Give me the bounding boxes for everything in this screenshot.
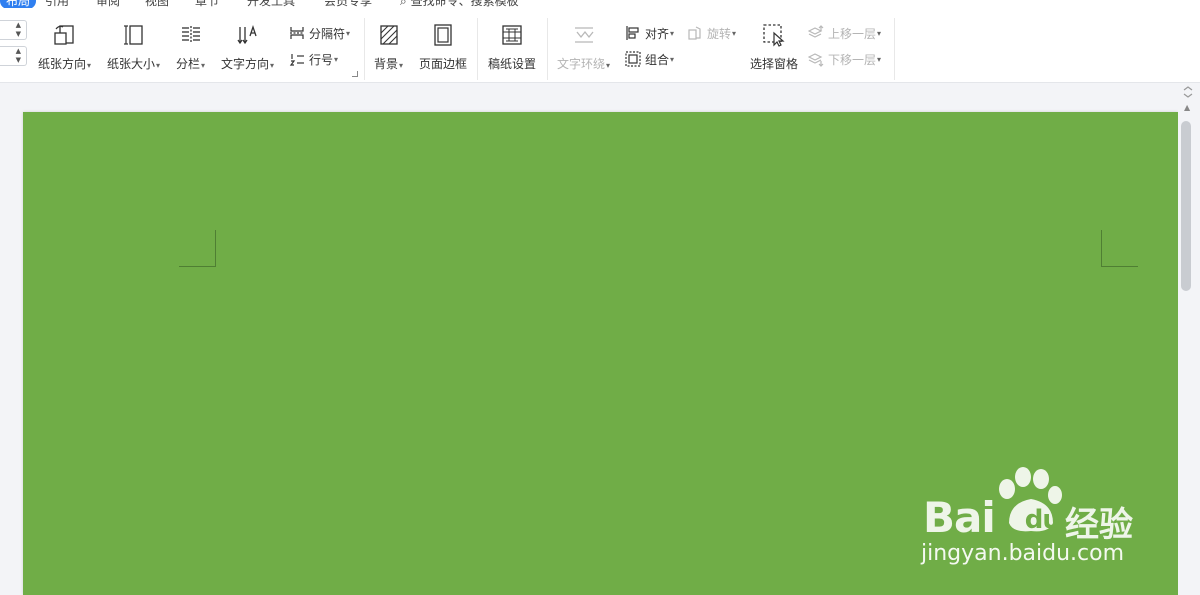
split-view-icon[interactable] [1182,86,1194,98]
ribbon-divider [364,18,365,80]
page-break-icon [290,27,304,39]
align-icon [626,26,639,40]
text-wrap-button[interactable]: 文字环绕▾ [557,8,610,73]
margin-top-spinner[interactable]: ▲ ▼ [0,20,27,40]
background-button[interactable]: 背景▾ [374,8,403,73]
page-border-button[interactable]: 页面边框 [419,8,467,71]
spin-down-icon[interactable]: ▼ [16,57,21,64]
dropdown-caret-icon: ▾ [270,61,275,70]
paper-size-label: 纸张大小 [107,57,156,71]
tab-section[interactable]: 章节 [195,0,219,8]
group-icon [625,51,641,67]
tab-developer[interactable]: 开发工具 [247,0,295,8]
watermark-brand: Bai du [923,493,1061,542]
bring-forward-label: 上移一层 [828,26,877,41]
text-direction-label: 文字方向 [221,57,270,71]
search-command-label: 查找命令、搜索模板 [410,0,519,8]
dropdown-caret-icon: ▾ [156,61,161,70]
send-backward-icon [808,53,824,67]
columns-button[interactable]: 分栏▾ [176,8,205,73]
spin-up-icon[interactable]: ▲ [16,22,21,29]
watermark-url: jingyan.baidu.com [921,541,1125,566]
paper-orientation-label: 纸张方向 [38,57,87,71]
columns-label: 分栏 [176,57,201,71]
tab-view[interactable]: 视图 [145,0,169,8]
manuscript-setup-label: 稿纸设置 [488,57,537,71]
dropdown-caret-icon: ▾ [201,61,206,70]
ribbon-divider [894,18,895,80]
scroll-up-icon[interactable]: ▲ [1184,103,1190,112]
align-button[interactable]: 对齐 ▾ [625,24,674,42]
dropdown-caret-icon: ▾ [877,28,882,38]
send-backward-button[interactable]: 下移一层 ▾ [808,50,881,68]
selection-pane-button[interactable]: 选择窗格 [750,8,798,71]
rotate-icon [688,26,701,40]
manuscript-setup-button[interactable]: 稿纸设置 [488,8,536,71]
selection-pane-icon [763,24,785,47]
text-wrap-icon [574,27,594,43]
ribbon-divider [477,18,478,80]
page-setup-launcher-icon[interactable] [352,71,358,77]
selection-pane-label: 选择窗格 [750,57,799,71]
dropdown-caret-icon: ▾ [334,54,339,64]
menu-bar: 布局 引用 审阅 视图 章节 开发工具 会员专享 ⌕ 查找命令、搜索模板 [0,0,1200,8]
paper-size-button[interactable]: 纸张大小▾ [107,8,160,73]
bring-forward-icon [808,25,824,38]
bring-forward-button[interactable]: 上移一层 ▾ [808,24,881,42]
background-icon [379,25,398,45]
margin-corner-top-left [179,230,216,267]
dropdown-caret-icon: ▾ [670,54,675,64]
search-icon: ⌕ [400,0,407,8]
group-label: 组合 [645,52,670,67]
dropdown-caret-icon: ▾ [606,61,611,70]
text-direction-button[interactable]: 文字方向▾ [221,8,274,73]
manuscript-grid-icon [502,25,522,45]
watermark-brand-du: du [1024,505,1061,535]
page-orientation-icon [53,25,74,45]
rotate-button[interactable]: 旋转 ▾ [687,24,736,42]
rotate-label: 旋转 [707,26,732,41]
ribbon-toolbar: ▲ ▼ ▲ ▼ 纸张方向▾ 纸张大小▾ 分栏▾ 文字方向▾ 分隔符 ▾ 行号 ▾… [0,8,1200,83]
paper-orientation-button[interactable]: 纸张方向▾ [38,8,91,73]
ribbon-divider [547,18,548,80]
line-numbers-icon [289,54,304,66]
page-border-icon [434,24,452,46]
spin-down-icon[interactable]: ▼ [16,31,21,38]
margin-bottom-spinner[interactable]: ▲ ▼ [0,46,27,66]
dropdown-caret-icon: ▾ [87,61,92,70]
line-numbers-button[interactable]: 行号 ▾ [289,50,338,68]
text-wrap-label: 文字环绕 [557,57,606,71]
breaks-button[interactable]: 分隔符 ▾ [289,24,350,42]
dropdown-caret-icon: ▾ [732,28,737,38]
watermark-brand-bai: Bai [923,493,996,542]
watermark-jingyan: 经验 [1065,505,1133,545]
baidu-jingyan-watermark: Bai du 经验 jingyan.baidu.com [915,463,1155,573]
background-label: 背景 [374,57,399,71]
tab-references[interactable]: 引用 [45,0,69,8]
tab-layout[interactable]: 布局 [0,0,37,8]
dropdown-caret-icon: ▾ [346,28,351,38]
dropdown-caret-icon: ▾ [399,61,404,70]
breaks-label: 分隔符 [309,26,346,41]
group-button[interactable]: 组合 ▾ [625,50,674,68]
text-direction-icon [236,24,257,45]
columns-icon [181,26,200,43]
align-label: 对齐 [645,26,670,41]
send-backward-label: 下移一层 [828,52,877,67]
vertical-scrollbar[interactable]: ▲ [1178,83,1200,595]
page-border-label: 页面边框 [419,57,468,71]
tab-member[interactable]: 会员专享 [324,0,372,8]
dropdown-caret-icon: ▾ [877,54,882,64]
line-numbers-label: 行号 [309,52,334,67]
tab-review[interactable]: 审阅 [96,0,120,8]
page-size-icon [123,25,143,45]
spin-up-icon[interactable]: ▲ [16,48,21,55]
search-command[interactable]: ⌕ 查找命令、搜索模板 [400,0,519,8]
margin-corner-top-right [1101,230,1138,267]
dropdown-caret-icon: ▾ [670,28,675,38]
scrollbar-thumb[interactable] [1181,121,1191,291]
